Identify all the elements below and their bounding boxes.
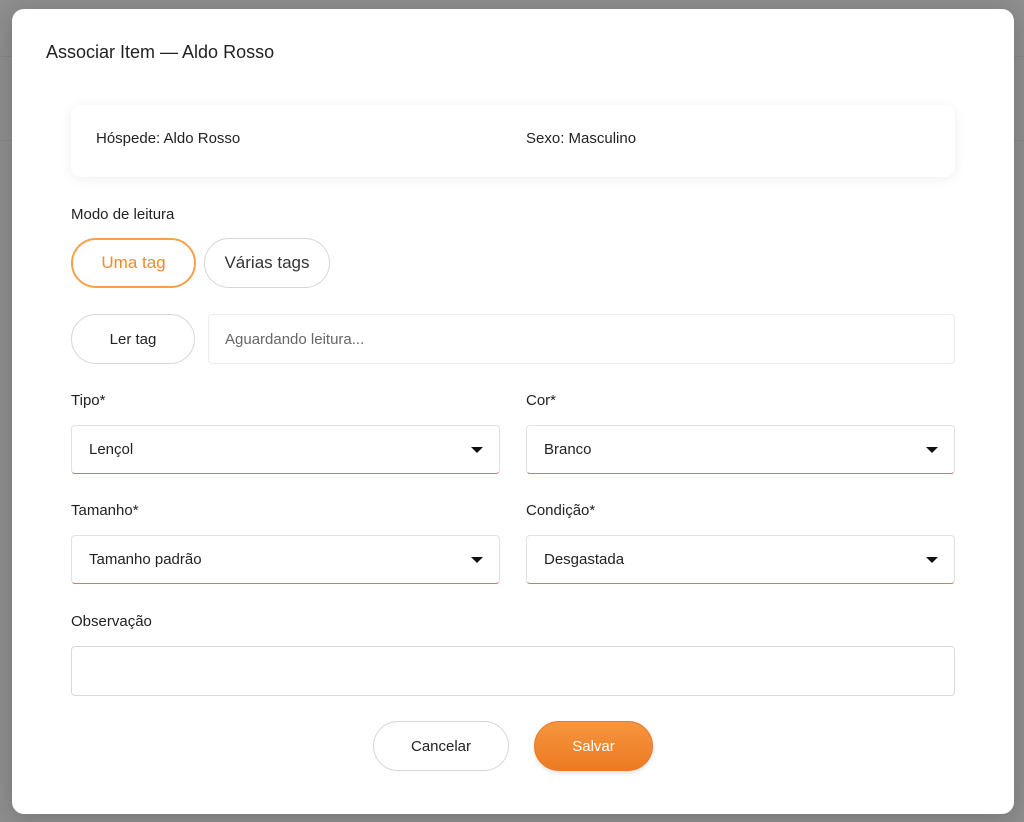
tamanho-value: Tamanho padrão xyxy=(89,551,202,568)
chevron-down-icon xyxy=(471,447,483,453)
guest-info-card: Hóspede: Aldo Rosso Sexo: Masculino xyxy=(71,105,955,177)
tamanho-label: Tamanho* xyxy=(71,502,139,519)
modal-title: Associar Item — Aldo Rosso xyxy=(46,42,275,62)
chevron-down-icon xyxy=(471,557,483,563)
mode-single-tag-button[interactable]: Uma tag xyxy=(71,238,196,288)
tamanho-select[interactable]: Tamanho padrão xyxy=(71,535,500,584)
cancel-button[interactable]: Cancelar xyxy=(373,721,509,771)
tipo-value: Lençol xyxy=(89,441,134,458)
observacao-field[interactable] xyxy=(71,646,955,696)
tipo-label: Tipo* xyxy=(71,392,106,409)
reading-mode-label: Modo de leitura xyxy=(71,206,175,223)
guest-name: Hóspede: Aldo Rosso xyxy=(96,130,241,147)
associate-item-modal: Associar Item — Aldo Rosso Hóspede: Aldo… xyxy=(12,9,1014,814)
cor-select[interactable]: Branco xyxy=(526,425,955,474)
condicao-label: Condição* xyxy=(526,502,596,519)
chevron-down-icon xyxy=(926,557,938,563)
cor-value: Branco xyxy=(544,441,592,458)
save-button[interactable]: Salvar xyxy=(534,721,653,771)
cor-label: Cor* xyxy=(526,392,557,409)
observacao-label: Observação xyxy=(71,613,152,630)
condicao-value: Desgastada xyxy=(544,551,625,568)
tipo-select[interactable]: Lençol xyxy=(71,425,500,474)
read-tag-button[interactable]: Ler tag xyxy=(71,314,195,364)
mode-multiple-tags-button[interactable]: Várias tags xyxy=(204,238,330,288)
tag-reading-field[interactable] xyxy=(208,314,955,364)
condicao-select[interactable]: Desgastada xyxy=(526,535,955,584)
chevron-down-icon xyxy=(926,447,938,453)
guest-sex: Sexo: Masculino xyxy=(526,130,637,147)
